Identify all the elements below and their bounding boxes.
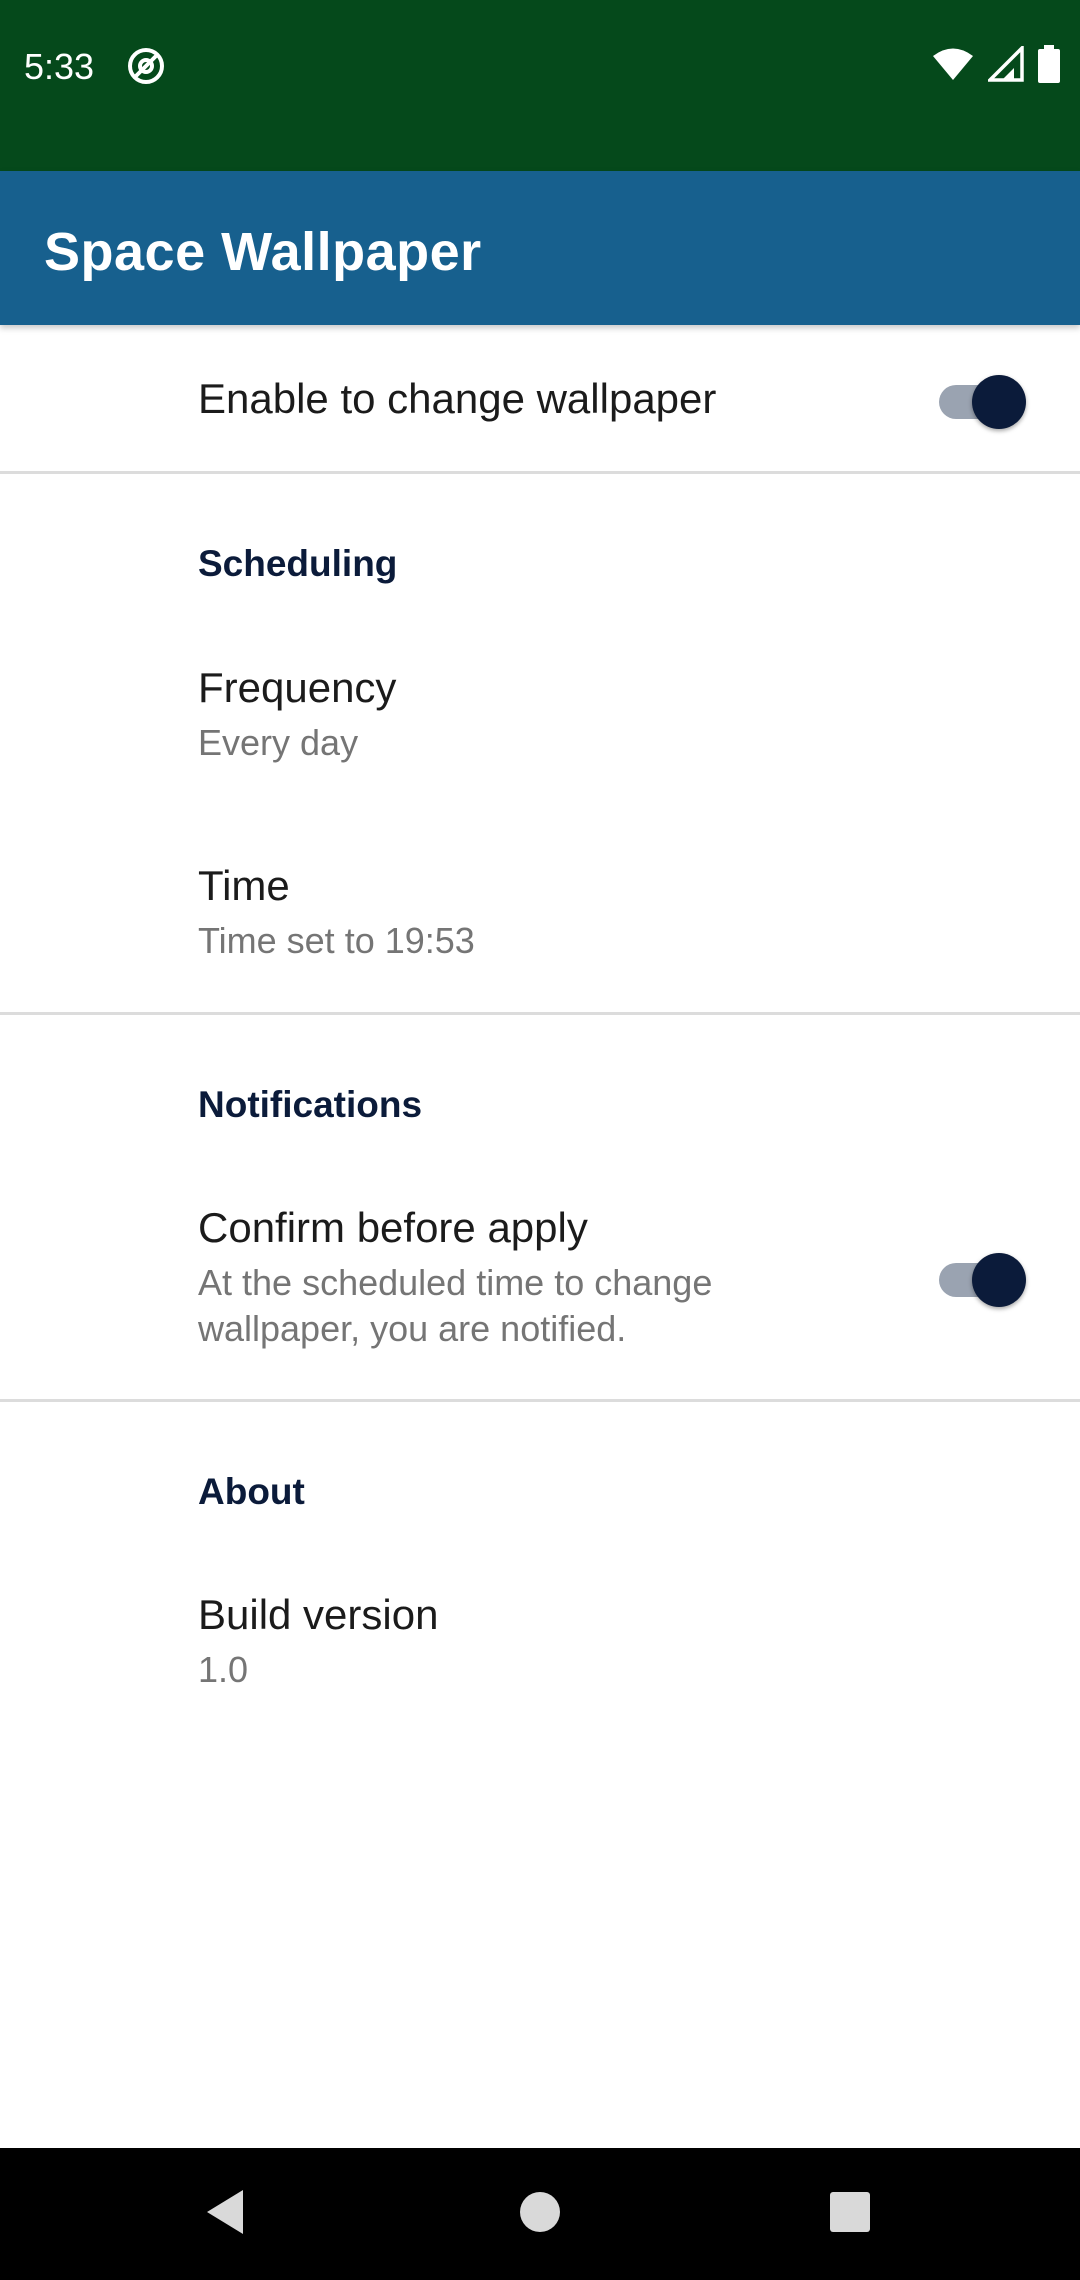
divider xyxy=(0,1399,1080,1402)
notifications-header: Notifications xyxy=(198,1084,423,1125)
confirm-summary-line-1: At the scheduled time to change xyxy=(198,1262,713,1303)
time-preference[interactable]: Time Time set to 19:53 xyxy=(0,840,1080,1010)
confirm-before-apply-preference[interactable]: Confirm before apply At the scheduled ti… xyxy=(0,1180,1080,1400)
confirm-summary-line-2: wallpaper, you are notified. xyxy=(198,1308,627,1349)
status-bar: 5:33 xyxy=(0,0,1080,171)
recents-icon xyxy=(829,2191,871,2238)
back-icon xyxy=(203,2188,247,2241)
scheduling-header: Scheduling xyxy=(198,543,398,584)
build-version-summary: 1.0 xyxy=(198,1649,249,1690)
recents-button[interactable] xyxy=(790,2148,910,2280)
confirm-before-apply-title: Confirm before apply xyxy=(198,1204,588,1251)
build-version-title: Build version xyxy=(198,1591,439,1638)
battery-icon xyxy=(1038,44,1060,88)
about-header: About xyxy=(198,1471,305,1512)
enable-wallpaper-preference[interactable]: Enable to change wallpaper xyxy=(0,325,1080,471)
wifi-icon xyxy=(932,47,974,86)
app-bar: Space Wallpaper xyxy=(0,171,1080,325)
screen: 5:33 Space Wallpaper Enable to change wa… xyxy=(0,0,1080,2280)
status-icons xyxy=(932,43,1060,88)
divider xyxy=(0,471,1080,474)
navigation-bar xyxy=(0,2148,1080,2280)
build-version-preference[interactable]: Build version 1.0 xyxy=(0,1567,1080,1757)
divider xyxy=(0,1012,1080,1015)
at-sign-icon xyxy=(126,46,166,86)
time-title: Time xyxy=(198,862,290,909)
signal-icon xyxy=(985,43,1024,87)
back-button[interactable] xyxy=(165,2148,285,2280)
time-summary: Time set to 19:53 xyxy=(198,920,475,961)
frequency-preference[interactable]: Frequency Every day xyxy=(0,640,1080,830)
switch-thumb xyxy=(972,1253,1026,1307)
app-title: Space Wallpaper xyxy=(44,222,482,282)
home-icon xyxy=(519,2191,561,2238)
frequency-summary: Every day xyxy=(198,722,359,763)
status-time: 5:33 xyxy=(24,46,95,87)
frequency-title: Frequency xyxy=(198,664,397,711)
confirm-before-apply-switch[interactable] xyxy=(937,1246,1029,1307)
switch-thumb xyxy=(972,375,1026,429)
enable-wallpaper-title: Enable to change wallpaper xyxy=(198,375,717,422)
enable-wallpaper-switch[interactable] xyxy=(937,368,1029,429)
home-button[interactable] xyxy=(480,2148,600,2280)
